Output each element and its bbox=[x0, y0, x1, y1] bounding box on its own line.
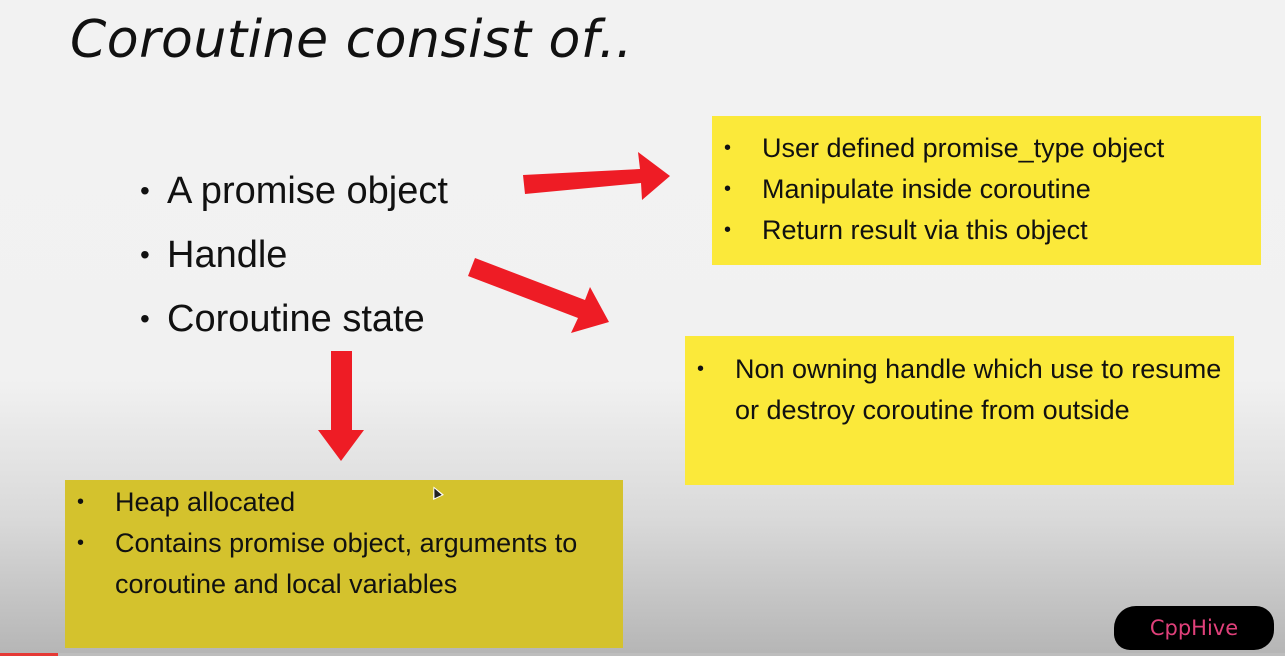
arrow-to-state-box bbox=[318, 351, 364, 461]
channel-watermark: CppHive bbox=[1114, 606, 1274, 650]
promise-detail-item: User defined promise_type object bbox=[712, 128, 1261, 169]
main-bullet-list: A promise object Handle Coroutine state bbox=[140, 165, 448, 357]
state-detail-item: Heap allocated bbox=[65, 482, 623, 523]
main-item-handle: Handle bbox=[140, 229, 448, 293]
handle-details-box: Non owning handle which use to resume or… bbox=[685, 336, 1234, 485]
state-details-box: Heap allocated Contains promise object, … bbox=[65, 480, 623, 648]
promise-detail-item: Manipulate inside coroutine bbox=[712, 169, 1261, 210]
watermark-label: CppHive bbox=[1149, 616, 1239, 640]
main-item-promise: A promise object bbox=[140, 165, 448, 229]
slide-title: Coroutine consist of.. bbox=[70, 10, 633, 70]
promise-detail-item: Return result via this object bbox=[712, 210, 1261, 251]
promise-details-box: User defined promise_type object Manipul… bbox=[712, 116, 1261, 265]
arrow-to-handle-box bbox=[468, 258, 609, 333]
main-item-state: Coroutine state bbox=[140, 293, 448, 357]
handle-detail-item: Non owning handle which use to resume or… bbox=[685, 349, 1234, 431]
arrow-to-promise-box bbox=[523, 152, 670, 200]
state-detail-item: Contains promise object, arguments to co… bbox=[65, 523, 623, 605]
